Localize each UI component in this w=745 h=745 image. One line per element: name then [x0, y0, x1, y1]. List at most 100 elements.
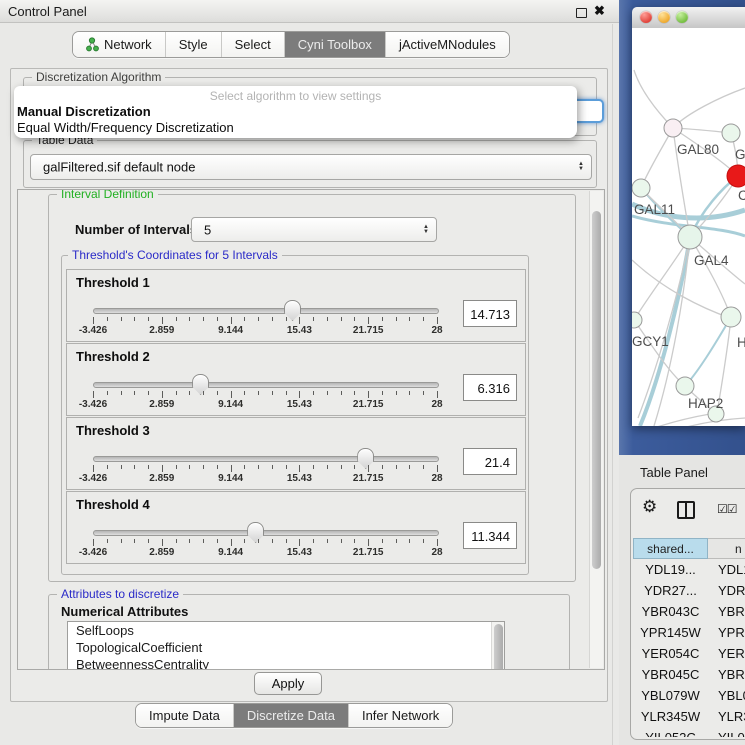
- threshold-1-slider[interactable]: -3.4262.8599.14415.4321.71528: [67, 298, 525, 340]
- tick-label: 21.715: [353, 325, 384, 336]
- table-row[interactable]: YER054CYER0: [633, 643, 745, 664]
- slider-tick: [299, 391, 300, 398]
- network-node-c[interactable]: [727, 165, 745, 187]
- slider-track[interactable]: [93, 456, 439, 462]
- threshold-2-value-field[interactable]: 6.316: [463, 374, 517, 401]
- minimize-button-yellow[interactable]: [658, 11, 670, 23]
- table-row[interactable]: YDR27...YDR2: [633, 580, 745, 601]
- tick-label: 21.715: [353, 547, 384, 558]
- threshold-4-slider[interactable]: -3.4262.8599.14415.4321.71528: [67, 520, 525, 562]
- cell-shared-name: YBL079W: [633, 685, 708, 706]
- gear-icon[interactable]: ⚙: [642, 497, 657, 517]
- slider-track[interactable]: [93, 530, 439, 536]
- threshold-2-panel: Threshold 2 -3.4262.8599.14415.4321.7152…: [66, 343, 526, 416]
- slider-tick: [231, 465, 232, 472]
- tick-label: 9.144: [218, 325, 243, 336]
- select-columns-icon[interactable]: ☑☑: [717, 502, 737, 516]
- close-icon[interactable]: ✖: [594, 3, 605, 19]
- slider-tick: [354, 391, 355, 395]
- tab-network[interactable]: Network: [73, 32, 166, 57]
- table-data-combobox[interactable]: galFiltered.sif default node ▲▼: [30, 154, 592, 180]
- table-row[interactable]: YIL052CYIL0: [633, 727, 745, 737]
- slider-thumb[interactable]: [247, 522, 264, 543]
- column-header-shared-name[interactable]: shared...: [633, 538, 708, 559]
- network-node-h[interactable]: [721, 307, 741, 327]
- tick-label: 9.144: [218, 547, 243, 558]
- slider-track[interactable]: [93, 382, 439, 388]
- table-row[interactable]: YBR043CYBR0: [633, 601, 745, 622]
- numerical-attributes-list[interactable]: SelfLoopsTopologicalCoefficientBetweenne…: [67, 621, 505, 670]
- slider-tick: [189, 317, 190, 321]
- threshold-2-slider[interactable]: -3.4262.8599.14415.4321.71528: [67, 372, 525, 414]
- slider-thumb[interactable]: [192, 374, 209, 395]
- panel-scrollbar[interactable]: [589, 191, 603, 668]
- attributes-to-discretize-label: Attributes to discretize: [57, 587, 183, 601]
- threshold-3-value-field[interactable]: 21.4: [463, 448, 517, 475]
- slider-tick: [217, 391, 218, 395]
- slider-tick: [299, 317, 300, 324]
- tick-label: 21.715: [353, 473, 384, 484]
- number-of-intervals-combobox[interactable]: 5 ▲▼: [191, 217, 437, 242]
- table-panel: Table Panel ⚙ ☑☑ shared... n YDL19...YDL…: [619, 455, 745, 745]
- slider-tick: [203, 539, 204, 543]
- tab-impute-data[interactable]: Impute Data: [136, 704, 234, 727]
- tab-jactivemnodules[interactable]: jActiveMNodules: [386, 32, 509, 57]
- control-panel-tabs: NetworkStyleSelectCyni ToolboxjActiveMNo…: [72, 31, 510, 58]
- column-layout-icon[interactable]: [677, 501, 695, 519]
- tick-label: -3.426: [79, 473, 107, 484]
- table-row[interactable]: YBR045CYBR0: [633, 664, 745, 685]
- slider-tick: [327, 465, 328, 469]
- slider-tick: [286, 539, 287, 543]
- attribute-list-item[interactable]: TopologicalCoefficient: [68, 639, 504, 656]
- slider-tick: [327, 539, 328, 543]
- slider-tick: [231, 539, 232, 546]
- cell-shared-name: YBR043C: [633, 601, 708, 622]
- tab-cyni-toolbox[interactable]: Cyni Toolbox: [285, 32, 386, 57]
- network-node-gcy1[interactable]: [632, 312, 642, 328]
- table-row[interactable]: YPR145WYPR1: [633, 622, 745, 643]
- network-icon: [86, 37, 99, 52]
- attribute-list-item[interactable]: SelfLoops: [68, 622, 504, 639]
- tick-label: 2.859: [149, 399, 174, 410]
- tab-style[interactable]: Style: [166, 32, 222, 57]
- apply-button[interactable]: Apply: [254, 672, 322, 695]
- table-row[interactable]: YBL079W YBL0: [633, 685, 745, 706]
- discretization-algorithm-label: Discretization Algorithm: [32, 70, 165, 84]
- table-row[interactable]: YLR345WYLR3: [633, 706, 745, 727]
- zoom-button-green[interactable]: [676, 11, 688, 23]
- panel-title: Control Panel: [8, 4, 87, 19]
- tab-discretize-data[interactable]: Discretize Data: [234, 704, 349, 727]
- cell-shared-name: YIL052C: [633, 727, 708, 737]
- tab-infer-network[interactable]: Infer Network: [349, 704, 452, 727]
- network-node-gal80[interactable]: [664, 119, 682, 137]
- attribute-list-item[interactable]: BetweennessCentrality: [68, 656, 504, 670]
- tab-select[interactable]: Select: [222, 32, 285, 57]
- slider-tick: [134, 317, 135, 321]
- float-window-icon[interactable]: [576, 8, 587, 18]
- network-window-titlebar: [632, 7, 745, 29]
- cell-name: YBL0: [718, 685, 745, 706]
- network-node-gal11[interactable]: [632, 179, 650, 197]
- threshold-1-value-field[interactable]: 14.713: [463, 300, 517, 327]
- slider-tick: [396, 391, 397, 395]
- cell-shared-name: YDR27...: [633, 580, 708, 601]
- slider-track[interactable]: [93, 308, 439, 314]
- table-row[interactable]: YDL19...YDL1: [633, 559, 745, 580]
- threshold-2-label: Threshold 2: [76, 349, 150, 364]
- network-node-hap2[interactable]: [676, 377, 694, 395]
- slider-thumb[interactable]: [357, 448, 374, 469]
- algorithm-option-manual[interactable]: Manual Discretization: [17, 104, 151, 119]
- list-scrollbar[interactable]: [491, 622, 504, 670]
- network-canvas[interactable]: GAL80GACGAL11GAL4GCY1HHAP2: [632, 28, 745, 426]
- algorithm-option-equal-width[interactable]: Equal Width/Frequency Discretization: [17, 120, 234, 135]
- stepper-arrows-icon: ▲▼: [423, 225, 429, 235]
- network-node-ga[interactable]: [722, 124, 740, 142]
- threshold-4-value-field[interactable]: 11.344: [463, 522, 517, 549]
- interval-definition-label: Interval Definition: [57, 189, 158, 201]
- threshold-3-slider[interactable]: -3.4262.8599.14415.4321.71528: [67, 446, 525, 488]
- column-header-name[interactable]: n: [708, 538, 745, 559]
- network-node-gal4[interactable]: [678, 225, 702, 249]
- slider-tick: [382, 465, 383, 469]
- table-data-group: Table Data galFiltered.sif default node …: [23, 140, 597, 188]
- close-button-red[interactable]: [640, 11, 652, 23]
